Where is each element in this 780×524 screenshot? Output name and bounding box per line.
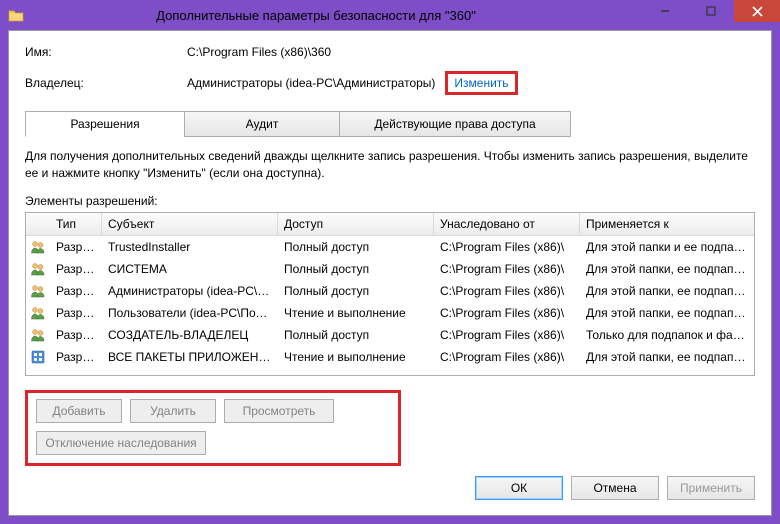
apply-button[interactable]: Применить [667, 476, 755, 500]
window-controls [642, 0, 780, 22]
row-inherited: C:\Program Files (x86)\ [434, 240, 580, 254]
permissions-list[interactable]: Тип Субъект Доступ Унаследовано от Приме… [25, 212, 755, 376]
row-principal: СИСТЕМА [102, 262, 278, 276]
row-access: Полный доступ [278, 240, 434, 254]
group-icon [30, 261, 46, 277]
table-row[interactable]: Разр…Пользователи (idea-PC\Пол…Чтение и … [26, 302, 754, 324]
view-button[interactable]: Просмотреть [224, 399, 334, 423]
row-type: Разр… [50, 262, 102, 276]
name-label: Имя: [25, 45, 187, 59]
row-access: Полный доступ [278, 262, 434, 276]
minimize-button[interactable] [642, 0, 688, 22]
row-access: Полный доступ [278, 328, 434, 342]
owner-value: Администраторы (idea-PC\Администраторы) [187, 76, 435, 90]
change-owner-link[interactable]: Изменить [445, 71, 517, 95]
ok-button[interactable]: ОК [475, 476, 563, 500]
list-body: Разр…TrustedInstallerПолный доступC:\Pro… [26, 236, 754, 368]
permissions-panel: Для получения дополнительных сведений дв… [25, 136, 755, 466]
window-title: Дополнительные параметры безопасности дл… [30, 8, 642, 23]
table-row[interactable]: Разр…Администраторы (idea-PC\А…Полный до… [26, 280, 754, 302]
row-access: Полный доступ [278, 284, 434, 298]
list-header: Тип Субъект Доступ Унаследовано от Приме… [26, 213, 754, 236]
row-type: Разр… [50, 306, 102, 320]
row-icon-cell [26, 349, 50, 365]
owner-label: Владелец: [25, 76, 187, 90]
row-icon-cell [26, 283, 50, 299]
row-inherited: C:\Program Files (x86)\ [434, 328, 580, 342]
group-icon [30, 327, 46, 343]
col-type[interactable]: Тип [50, 213, 102, 235]
group-icon [30, 239, 46, 255]
row-applies: Только для подпапок и файл… [580, 328, 754, 342]
app-package-icon [30, 349, 46, 365]
row-access: Чтение и выполнение [278, 306, 434, 320]
row-inherited: C:\Program Files (x86)\ [434, 284, 580, 298]
owner-row: Владелец: Администраторы (idea-PC\Админи… [25, 71, 755, 95]
row-applies: Для этой папки, ее подпапок … [580, 306, 754, 320]
row-type: Разр… [50, 328, 102, 342]
row-applies: Для этой папки, ее подпапок … [580, 262, 754, 276]
row-inherited: C:\Program Files (x86)\ [434, 350, 580, 364]
row-inherited: C:\Program Files (x86)\ [434, 262, 580, 276]
row-type: Разр… [50, 350, 102, 364]
row-icon-cell [26, 305, 50, 321]
table-row[interactable]: Разр…ВСЕ ПАКЕТЫ ПРИЛОЖЕНИЙЧтение и выпол… [26, 346, 754, 368]
row-principal: СОЗДАТЕЛЬ-ВЛАДЕЛЕЦ [102, 328, 278, 342]
col-access[interactable]: Доступ [278, 213, 434, 235]
row-principal: ВСЕ ПАКЕТЫ ПРИЛОЖЕНИЙ [102, 350, 278, 364]
row-access: Чтение и выполнение [278, 350, 434, 364]
table-row[interactable]: Разр…СОЗДАТЕЛЬ-ВЛАДЕЛЕЦПолный доступC:\P… [26, 324, 754, 346]
tab-effective-access[interactable]: Действующие права доступа [339, 111, 571, 137]
col-icon[interactable] [26, 213, 50, 235]
permission-buttons-group: Добавить Удалить Просмотреть Отключение … [25, 390, 401, 466]
row-icon-cell [26, 327, 50, 343]
tab-audit[interactable]: Аудит [184, 111, 340, 137]
add-button[interactable]: Добавить [36, 399, 122, 423]
col-inherited[interactable]: Унаследовано от [434, 213, 580, 235]
group-icon [30, 283, 46, 299]
row-type: Разр… [50, 240, 102, 254]
row-applies: Для этой папки, ее подпапок … [580, 350, 754, 364]
name-row: Имя: C:\Program Files (x86)\360 [25, 45, 755, 59]
table-row[interactable]: Разр…TrustedInstallerПолный доступC:\Pro… [26, 236, 754, 258]
disable-inheritance-button[interactable]: Отключение наследования [36, 431, 206, 455]
remove-button[interactable]: Удалить [130, 399, 216, 423]
row-applies: Для этой папки и ее подпапок [580, 240, 754, 254]
tab-permissions[interactable]: Разрешения [25, 111, 185, 137]
close-button[interactable] [734, 0, 780, 22]
cancel-button[interactable]: Отмена [571, 476, 659, 500]
row-principal: Администраторы (idea-PC\А… [102, 284, 278, 298]
row-inherited: C:\Program Files (x86)\ [434, 306, 580, 320]
client-area: Имя: C:\Program Files (x86)\360 Владелец… [8, 30, 772, 516]
tabstrip: Разрешения Аудит Действующие права досту… [25, 111, 755, 137]
dialog-buttons: ОК Отмена Применить [25, 476, 755, 500]
group-icon [30, 305, 46, 321]
titlebar[interactable]: Дополнительные параметры безопасности дл… [0, 0, 780, 30]
security-window: Дополнительные параметры безопасности дл… [0, 0, 780, 524]
maximize-button[interactable] [688, 0, 734, 22]
col-applies[interactable]: Применяется к [580, 213, 754, 235]
row-applies: Для этой папки, ее подпапок … [580, 284, 754, 298]
row-type: Разр… [50, 284, 102, 298]
row-principal: TrustedInstaller [102, 240, 278, 254]
row-icon-cell [26, 261, 50, 277]
row-principal: Пользователи (idea-PC\Пол… [102, 306, 278, 320]
col-principal[interactable]: Субъект [102, 213, 278, 235]
name-value: C:\Program Files (x86)\360 [187, 45, 331, 59]
folder-icon [8, 8, 24, 22]
panel-subheading: Элементы разрешений: [25, 194, 755, 208]
panel-description: Для получения дополнительных сведений дв… [25, 148, 755, 182]
table-row[interactable]: Разр…СИСТЕМАПолный доступC:\Program File… [26, 258, 754, 280]
row-icon-cell [26, 239, 50, 255]
